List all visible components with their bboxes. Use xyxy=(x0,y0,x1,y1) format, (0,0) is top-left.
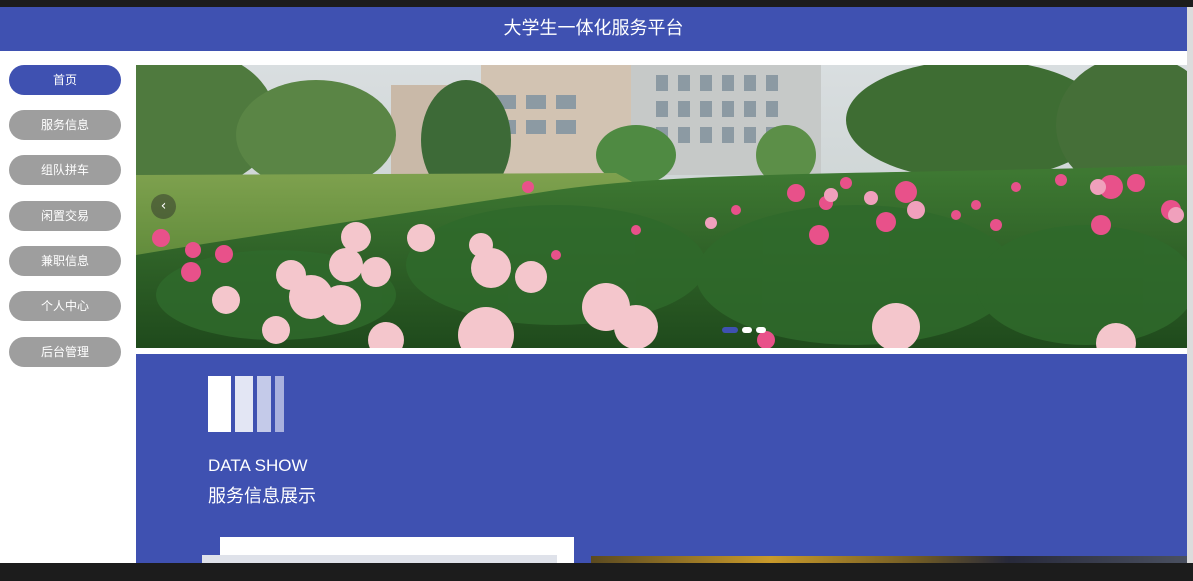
window-bottom-edge xyxy=(0,563,1193,581)
carousel-dot-2[interactable] xyxy=(742,327,752,333)
service-photo[interactable] xyxy=(591,556,1187,563)
site-title: 大学生一体化服务平台 xyxy=(503,18,684,39)
chevron-left-icon: ‹ xyxy=(160,198,167,214)
window-edge xyxy=(1187,7,1193,563)
nav-item-secondhand[interactable]: 闲置交易 xyxy=(9,201,121,231)
carousel-dot-1[interactable] xyxy=(722,327,738,333)
data-show-section: DATA SHOW 服务信息展示 xyxy=(136,354,1187,563)
decorative-bar-1 xyxy=(208,376,231,432)
section-title-en: DATA SHOW xyxy=(208,456,308,475)
decorative-bar-2 xyxy=(235,376,253,432)
nav-item-home[interactable]: 首页 xyxy=(9,65,121,95)
decorative-bar-3 xyxy=(257,376,271,432)
decorative-bar-4 xyxy=(275,376,284,432)
site-header: 大学生一体化服务平台 xyxy=(0,7,1187,51)
service-card-image[interactable] xyxy=(202,555,557,563)
app-window: 大学生一体化服务平台 首页 服务信息 组队拼车 闲置交易 兼职信息 个人中心 后… xyxy=(0,7,1187,563)
nav-item-service-info[interactable]: 服务信息 xyxy=(9,110,121,140)
nav-item-personal-center[interactable]: 个人中心 xyxy=(9,291,121,321)
carousel-dot-3[interactable] xyxy=(756,327,766,333)
carousel-prev-button[interactable]: ‹ xyxy=(151,194,176,219)
nav-item-parttime[interactable]: 兼职信息 xyxy=(9,246,121,276)
section-title-zh: 服务信息展示 xyxy=(208,486,316,507)
nav-item-admin[interactable]: 后台管理 xyxy=(9,337,121,367)
banner-image xyxy=(136,65,1187,348)
nav-item-carpool[interactable]: 组队拼车 xyxy=(9,155,121,185)
banner-carousel[interactable]: ‹ xyxy=(136,65,1187,348)
